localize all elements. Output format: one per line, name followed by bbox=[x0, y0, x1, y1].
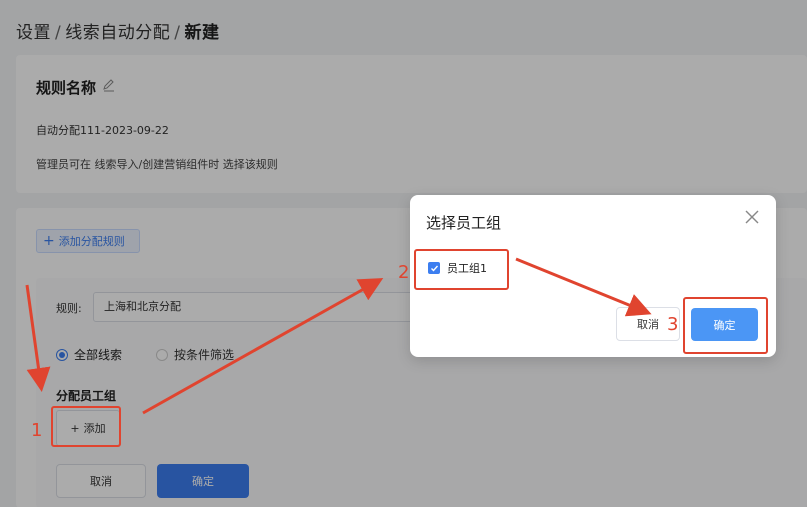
arrow-to-step-1 bbox=[25, 284, 51, 392]
annotation-arrows bbox=[25, 257, 652, 415]
arrow-to-step-3 bbox=[515, 257, 652, 317]
arrow-to-step-2 bbox=[142, 278, 384, 415]
